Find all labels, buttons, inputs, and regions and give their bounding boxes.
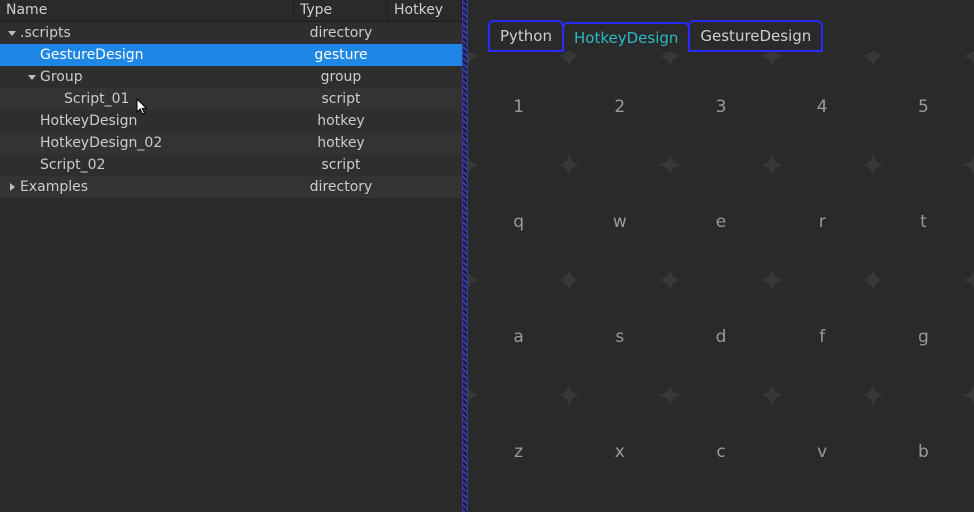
sparkle-decor-icon	[862, 154, 884, 176]
column-header-hotkey[interactable]: Hotkey	[388, 0, 462, 22]
tree-header: Name Type Hotkey	[0, 0, 462, 22]
sparkle-decor-icon	[468, 384, 479, 406]
tree-panel: Name Type Hotkey .scripts directory Gestur…	[0, 0, 462, 512]
key-cell[interactable]: t	[873, 212, 974, 232]
tab-gesturedesign[interactable]: GestureDesign	[688, 20, 823, 52]
tree-item-name: Examples	[20, 179, 88, 195]
key-cell[interactable]: b	[873, 442, 974, 462]
sparkle-decor-icon	[761, 269, 783, 291]
tab-python[interactable]: Python	[488, 20, 564, 52]
tree-item-type: script	[294, 157, 388, 173]
tree-row[interactable]: GestureDesign gesture	[0, 44, 462, 66]
key-cell[interactable]: s	[569, 327, 670, 347]
tree-item-name: Script_02	[40, 157, 105, 173]
tree-row[interactable]: Group group	[0, 66, 462, 88]
tree-item-name: GestureDesign	[40, 47, 144, 63]
key-cell[interactable]: q	[468, 212, 569, 232]
sparkle-decor-icon	[659, 154, 681, 176]
tree-item-type: hotkey	[294, 113, 388, 129]
tree-item-type: gesture	[294, 47, 388, 63]
key-cell[interactable]: 5	[873, 97, 974, 117]
sparkle-decor-icon	[558, 269, 580, 291]
tree-item-type: directory	[294, 25, 388, 41]
key-cell[interactable]: g	[873, 327, 974, 347]
sparkle-decor-icon	[761, 154, 783, 176]
sparkle-decor-icon	[468, 154, 479, 176]
tree-item-name: Script_01	[64, 91, 129, 107]
key-cell[interactable]: d	[670, 327, 771, 347]
sparkle-decor-icon	[659, 384, 681, 406]
tree-row[interactable]: HotkeyDesign_02 hotkey	[0, 132, 462, 154]
disclosure-triangle-open-icon[interactable]	[26, 71, 38, 83]
tab-hotkeydesign[interactable]: HotkeyDesign	[562, 22, 690, 52]
sparkle-decor-icon	[659, 52, 681, 67]
sparkle-decor-icon	[468, 52, 479, 67]
tree-row[interactable]: Script_01 script	[0, 88, 462, 110]
key-cell[interactable]: 3	[670, 97, 771, 117]
key-cell[interactable]: f	[772, 327, 873, 347]
sparkle-decor-icon	[963, 154, 974, 176]
tree-item-type: group	[294, 69, 388, 85]
sparkle-decor-icon	[963, 269, 974, 291]
tree-row[interactable]: Script_02 script	[0, 154, 462, 176]
sparkle-decor-icon	[862, 269, 884, 291]
key-cell[interactable]: z	[468, 442, 569, 462]
sparkle-decor-icon	[659, 269, 681, 291]
disclosure-spacer	[26, 49, 38, 61]
tree-body: .scripts directory GestureDesign gesture Gro…	[0, 22, 462, 198]
sparkle-decor-icon	[963, 52, 974, 67]
key-cell[interactable]: a	[468, 327, 569, 347]
tree-item-type: directory	[294, 179, 388, 195]
key-cell[interactable]: 4	[772, 97, 873, 117]
key-grid: 12345 qwert asdfg zxcvb	[468, 52, 974, 512]
disclosure-spacer	[26, 159, 38, 171]
key-cell[interactable]: e	[670, 212, 771, 232]
tree-item-type: hotkey	[294, 135, 388, 151]
key-cell[interactable]: w	[569, 212, 670, 232]
disclosure-triangle-closed-icon[interactable]	[6, 181, 18, 193]
tree-row[interactable]: .scripts directory	[0, 22, 462, 44]
sparkle-decor-icon	[862, 52, 884, 67]
tree-row[interactable]: Examples directory	[0, 176, 462, 198]
sparkle-decor-icon	[558, 154, 580, 176]
sparkle-decor-icon	[468, 269, 479, 291]
tree-row[interactable]: HotkeyDesign hotkey	[0, 110, 462, 132]
sparkle-decor-icon	[963, 384, 974, 406]
sparkle-decor-icon	[862, 384, 884, 406]
sparkle-decor-icon	[558, 384, 580, 406]
disclosure-spacer	[26, 137, 38, 149]
key-cell[interactable]: 1	[468, 97, 569, 117]
column-header-type[interactable]: Type	[294, 0, 388, 22]
hotkey-grid-panel: PythonHotkeyDesignGestureDesign 12345 qwe…	[468, 0, 974, 512]
sparkle-decor-icon	[761, 52, 783, 67]
disclosure-spacer	[26, 115, 38, 127]
tree-item-name: HotkeyDesign	[40, 113, 137, 129]
disclosure-spacer	[50, 93, 62, 105]
key-cell[interactable]: r	[772, 212, 873, 232]
tree-item-name: Group	[40, 69, 83, 85]
key-cell[interactable]: x	[569, 442, 670, 462]
tree-item-name: HotkeyDesign_02	[40, 135, 162, 151]
sparkle-decor-icon	[761, 384, 783, 406]
sparkle-decor-icon	[558, 52, 580, 67]
tree-item-name: .scripts	[20, 25, 71, 41]
column-header-name[interactable]: Name	[0, 0, 294, 22]
key-cell[interactable]: v	[772, 442, 873, 462]
disclosure-triangle-open-icon[interactable]	[6, 27, 18, 39]
key-cell[interactable]: c	[670, 442, 771, 462]
tree-item-type: script	[294, 91, 388, 107]
key-cell[interactable]: 2	[569, 97, 670, 117]
tab-bar: PythonHotkeyDesignGestureDesign	[468, 0, 974, 52]
